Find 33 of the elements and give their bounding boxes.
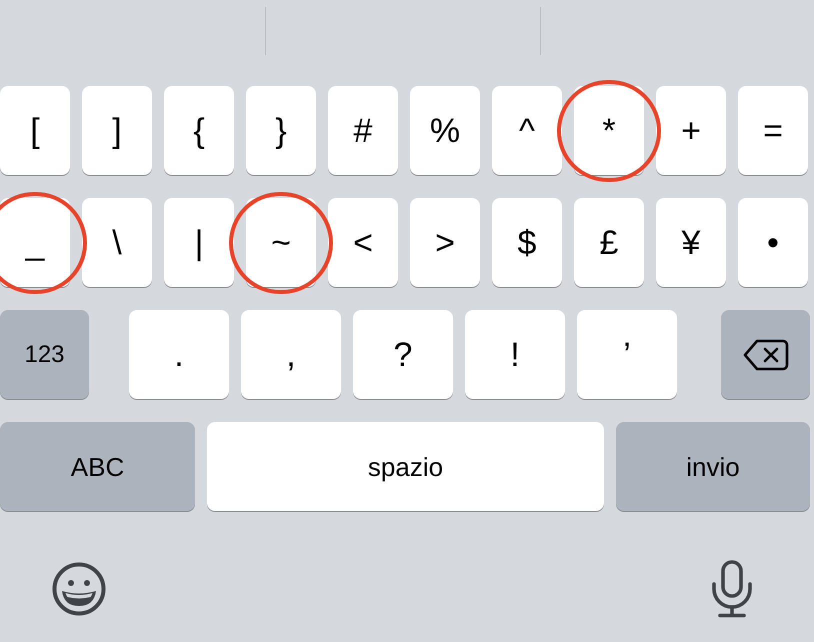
symbol-key[interactable]: [ xyxy=(0,86,70,175)
symbol-key[interactable]: ] xyxy=(82,86,152,175)
microphone-icon[interactable] xyxy=(712,560,752,618)
symbol-key[interactable]: £ xyxy=(574,198,644,287)
symbol-key[interactable]: $ xyxy=(492,198,562,287)
return-key[interactable]: invio xyxy=(616,422,810,511)
punctuation-key[interactable]: ? xyxy=(353,310,453,399)
symbol-key[interactable]: _ xyxy=(0,198,70,287)
symbol-key[interactable]: | xyxy=(164,198,234,287)
symbol-key[interactable]: = xyxy=(738,86,808,175)
backspace-icon xyxy=(742,338,788,370)
symbol-key[interactable]: < xyxy=(328,198,398,287)
symbol-key[interactable]: % xyxy=(410,86,480,175)
delete-key[interactable] xyxy=(721,310,810,399)
symbol-key[interactable]: * xyxy=(574,86,644,175)
space-bar[interactable]: spazio xyxy=(207,422,604,511)
punctuation-key[interactable]: , xyxy=(241,310,341,399)
symbol-key[interactable]: • xyxy=(738,198,808,287)
symbol-key[interactable]: > xyxy=(410,198,480,287)
symbol-key[interactable]: # xyxy=(328,86,398,175)
numbers-key[interactable]: 123 xyxy=(0,310,89,399)
symbol-key[interactable]: } xyxy=(246,86,316,175)
punctuation-key[interactable]: . xyxy=(129,310,229,399)
symbol-key[interactable]: + xyxy=(656,86,726,175)
symbol-key[interactable]: ~ xyxy=(246,198,316,287)
symbol-key[interactable]: ^ xyxy=(492,86,562,175)
symbol-key[interactable]: \ xyxy=(82,198,152,287)
symbol-key[interactable]: ¥ xyxy=(656,198,726,287)
symbol-key[interactable]: { xyxy=(164,86,234,175)
punctuation-key[interactable]: ’ xyxy=(577,310,677,399)
letters-key[interactable]: ABC xyxy=(0,422,195,511)
punctuation-key[interactable]: ! xyxy=(465,310,565,399)
smiley-icon[interactable] xyxy=(52,562,106,616)
